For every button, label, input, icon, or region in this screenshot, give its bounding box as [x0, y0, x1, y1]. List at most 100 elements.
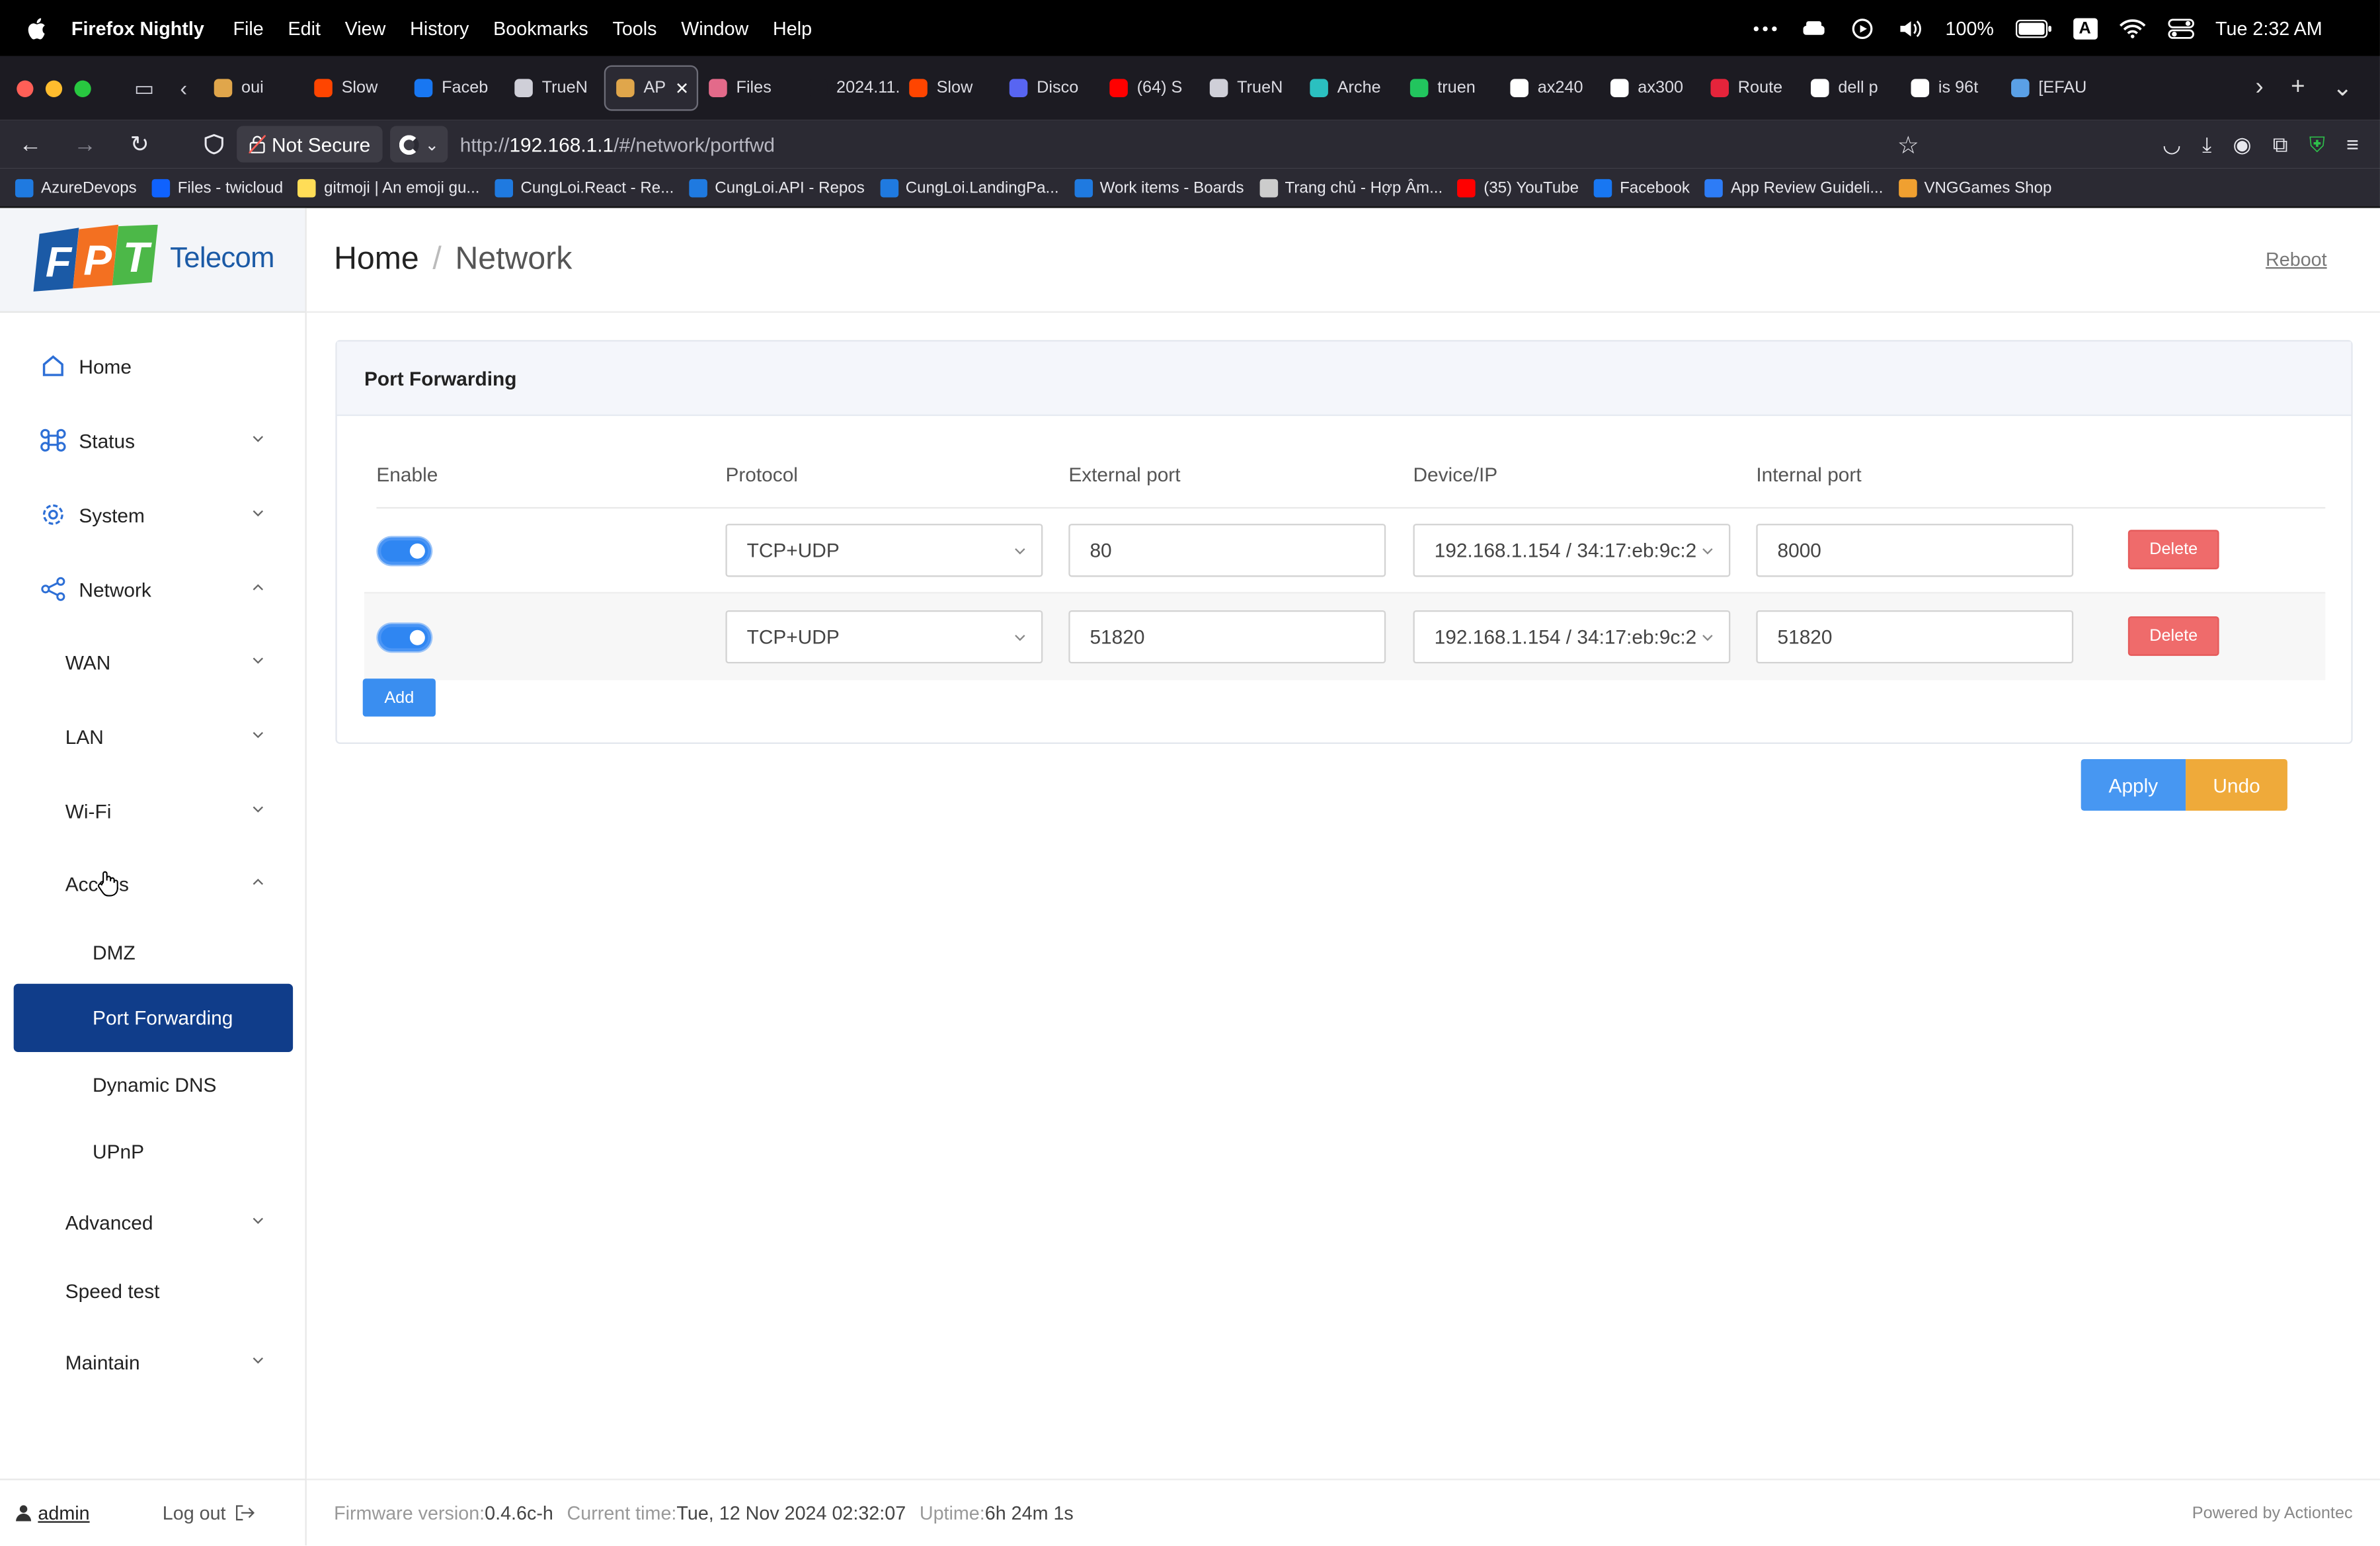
bookmark-item[interactable]: Work items - Boards: [1074, 178, 1244, 197]
car-icon[interactable]: [1800, 17, 1827, 38]
bookmark-item[interactable]: CungLoi.LandingPa...: [879, 178, 1059, 197]
external-port-input[interactable]: 51820: [1068, 610, 1386, 664]
tab-overview-icon[interactable]: ▭: [124, 75, 164, 101]
browser-tab[interactable]: truen: [1400, 65, 1500, 111]
battery-icon[interactable]: [2015, 17, 2051, 38]
sidebar-item-port-forwarding[interactable]: Port Forwarding: [13, 983, 294, 1053]
menu-file[interactable]: File: [233, 17, 263, 38]
browser-tab[interactable]: 2024.11.0: [799, 65, 898, 111]
bookmark-item[interactable]: Files - twicloud: [151, 178, 283, 197]
menu-bookmarks[interactable]: Bookmarks: [493, 17, 588, 38]
minimize-window-button[interactable]: [45, 79, 63, 97]
menu-history[interactable]: History: [410, 17, 469, 38]
browser-tab[interactable]: ax300: [1600, 65, 1700, 111]
internal-port-input[interactable]: 51820: [1756, 610, 2074, 664]
menu-window[interactable]: Window: [681, 17, 748, 38]
browser-tab[interactable]: Files: [698, 65, 799, 111]
bookmark-item[interactable]: Facebook: [1594, 178, 1690, 197]
bookmark-star-icon[interactable]: ☆: [1897, 130, 1919, 161]
pocket-icon[interactable]: ◡: [2162, 132, 2181, 157]
extensions-icon[interactable]: ⧉: [2273, 132, 2288, 157]
search-engine-button[interactable]: ⌄: [390, 126, 448, 163]
browser-tab[interactable]: (64) S: [1099, 65, 1199, 111]
url-bar[interactable]: http://192.168.1.1/#/network/portfwd: [460, 133, 775, 155]
menu-help[interactable]: Help: [773, 17, 812, 38]
sidebar-item-upnp[interactable]: UPnP: [0, 1123, 307, 1178]
internal-port-input[interactable]: 8000: [1756, 524, 2074, 577]
sidebar-item-wifi[interactable]: Wi-Fi: [0, 784, 307, 838]
sidebar-item-speed-test[interactable]: Speed test: [0, 1263, 307, 1318]
browser-tab[interactable]: dell p: [1800, 65, 1901, 111]
menu-tools[interactable]: Tools: [612, 17, 656, 38]
account-icon[interactable]: ◉: [2233, 132, 2252, 157]
not-secure-badge[interactable]: Not Secure: [237, 126, 383, 163]
browser-tab[interactable]: TrueN: [504, 65, 604, 111]
device-select[interactable]: 192.168.1.154 / 34:17:eb:9c:2: [1413, 610, 1731, 664]
browser-tab[interactable]: Faceb: [404, 65, 504, 111]
enable-toggle[interactable]: [377, 624, 432, 651]
protocol-select[interactable]: TCP+UDP: [725, 524, 1043, 577]
sidebar-item-network[interactable]: Network: [0, 561, 307, 616]
input-source-badge[interactable]: A: [2073, 17, 2097, 39]
undo-button[interactable]: Undo: [2186, 758, 2287, 811]
browser-tab[interactable]: [EFAU: [2001, 65, 2101, 111]
sidebar-item-home[interactable]: Home: [0, 339, 307, 393]
bookmark-item[interactable]: CungLoi.API - Repos: [689, 178, 865, 197]
bookmark-item[interactable]: VNGGames Shop: [1898, 178, 2051, 197]
downloads-icon[interactable]: ⤓: [2202, 132, 2211, 157]
sidebar-item-lan[interactable]: LAN: [0, 709, 307, 764]
menubar-clock[interactable]: Tue 2:32 AM: [2215, 17, 2322, 38]
bookmark-item[interactable]: CungLoi.React - Re...: [495, 178, 674, 197]
user-link[interactable]: admin: [15, 1502, 90, 1524]
delete-button[interactable]: Delete: [2127, 530, 2219, 569]
reload-icon[interactable]: ↻: [115, 130, 163, 158]
new-tab-icon[interactable]: +: [2291, 74, 2305, 101]
add-rule-button[interactable]: Add: [362, 678, 436, 717]
enable-toggle[interactable]: [377, 537, 432, 565]
browser-tab[interactable]: Route: [1700, 65, 1800, 111]
apple-icon[interactable]: [26, 17, 47, 39]
bookmark-item[interactable]: Trang chủ - Hợp Âm...: [1259, 178, 1443, 197]
back-icon[interactable]: ←: [6, 132, 54, 157]
close-tab-icon[interactable]: ✕: [675, 78, 689, 99]
browser-tab[interactable]: Arche: [1299, 65, 1400, 111]
sidebar-item-maintain[interactable]: Maintain: [0, 1334, 307, 1389]
volume-icon[interactable]: [1897, 17, 1924, 38]
bookmark-item[interactable]: App Review Guideli...: [1704, 178, 1883, 197]
browser-tab[interactable]: oui: [204, 65, 304, 111]
browser-tab[interactable]: TrueN: [1199, 65, 1300, 111]
sidebar-item-advanced[interactable]: Advanced: [0, 1195, 307, 1250]
logout-button[interactable]: Log out: [163, 1502, 255, 1524]
zoom-window-button[interactable]: [74, 79, 91, 97]
delete-button[interactable]: Delete: [2127, 616, 2219, 656]
tab-list-chevron-icon[interactable]: ⌄: [2332, 73, 2353, 103]
sidebar-item-wan[interactable]: WAN: [0, 635, 307, 690]
browser-tab[interactable]: ax240: [1499, 65, 1600, 111]
more-dots-icon[interactable]: [1751, 17, 1778, 38]
apply-button[interactable]: Apply: [2081, 758, 2186, 811]
bookmark-item[interactable]: AzureDevops: [15, 178, 137, 197]
tab-active[interactable]: AP ✕: [604, 65, 699, 111]
breadcrumb-home[interactable]: Home: [334, 241, 419, 276]
sidebar-item-system[interactable]: System: [0, 487, 307, 542]
menu-edit[interactable]: Edit: [288, 17, 320, 38]
app-name[interactable]: Firefox Nightly: [71, 17, 204, 38]
control-center-icon[interactable]: [2167, 17, 2194, 38]
play-icon[interactable]: [1848, 17, 1876, 38]
vpn-shield-icon[interactable]: ⛨: [2309, 132, 2325, 157]
sidebar-item-dmz[interactable]: DMZ: [0, 924, 307, 979]
sidebar-item-access[interactable]: Access: [0, 856, 307, 911]
fpt-telecom-logo[interactable]: F P T Telecom: [0, 208, 305, 313]
sidebar-item-dynamic-dns[interactable]: Dynamic DNS: [0, 1057, 307, 1112]
scroll-tabs-left-icon[interactable]: ‹: [164, 76, 204, 101]
sidebar-item-status[interactable]: Status: [0, 413, 307, 468]
browser-tab[interactable]: is 96t: [1900, 65, 2001, 111]
protocol-select[interactable]: TCP+UDP: [725, 610, 1043, 664]
menu-view[interactable]: View: [345, 17, 386, 38]
close-window-button[interactable]: [17, 79, 34, 97]
bookmark-item[interactable]: gitmoji | An emoji gu...: [298, 178, 480, 197]
browser-tab[interactable]: Disco: [999, 65, 1099, 111]
app-menu-icon[interactable]: ≡: [2346, 132, 2359, 157]
forward-icon[interactable]: →: [61, 132, 109, 157]
device-select[interactable]: 192.168.1.154 / 34:17:eb:9c:2: [1413, 524, 1731, 577]
